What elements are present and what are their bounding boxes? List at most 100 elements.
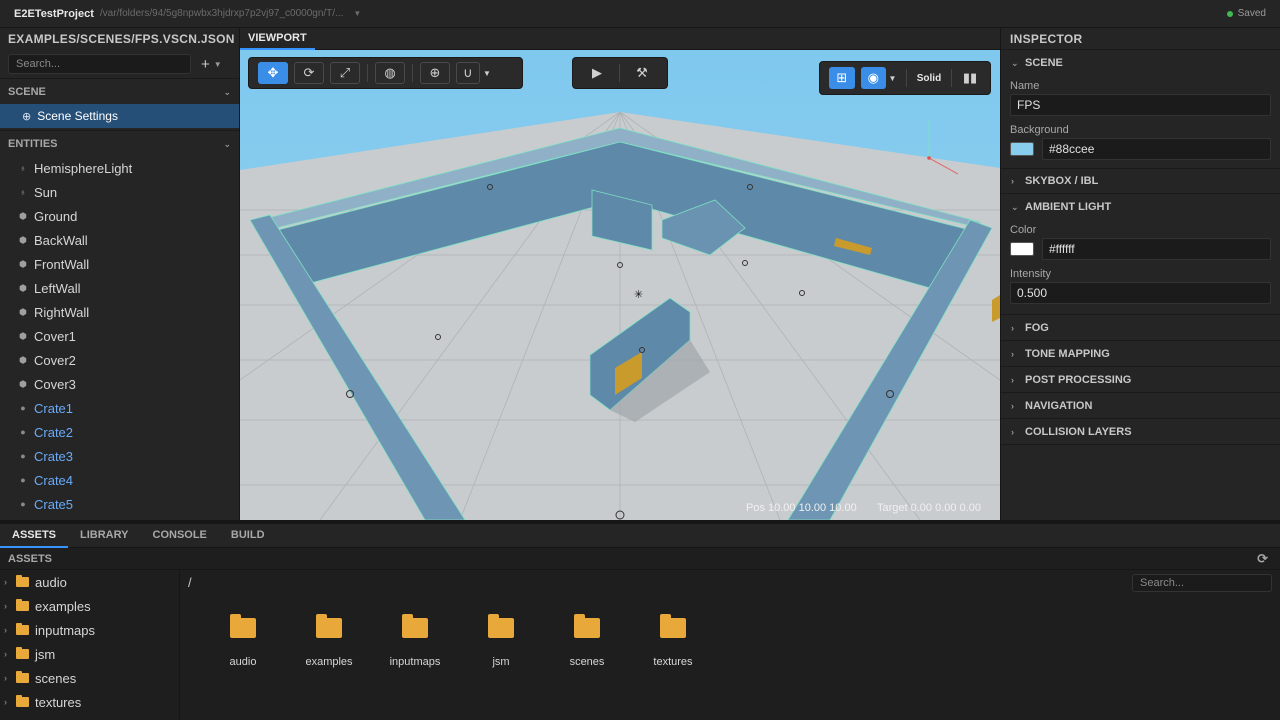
- entity-label: Sun: [34, 184, 58, 200]
- entity-item[interactable]: ⬢ Cover1: [0, 324, 239, 348]
- chevron-right-icon[interactable]: ›: [4, 601, 16, 611]
- entity-item[interactable]: ● Crate4: [0, 468, 239, 492]
- entity-item[interactable]: ⬢ FrontWall: [0, 252, 239, 276]
- entity-item[interactable]: ⬢ Cover2: [0, 348, 239, 372]
- entity-item[interactable]: ⬢ LeftWall: [0, 276, 239, 300]
- ambient-color-swatch[interactable]: [1010, 242, 1034, 256]
- chevron-right-icon[interactable]: ›: [4, 697, 16, 707]
- folder-tile[interactable]: jsm: [458, 614, 544, 668]
- play-button[interactable]: ▶: [582, 62, 612, 84]
- entity-item[interactable]: ● Crate3: [0, 444, 239, 468]
- entity-item[interactable]: ● Crate5: [0, 492, 239, 516]
- entity-item[interactable]: ● Crate1: [0, 396, 239, 420]
- inspector-section-header[interactable]: › POST PROCESSING: [1001, 367, 1280, 393]
- entity-item[interactable]: ♁ HemisphereLight: [0, 156, 239, 180]
- tab-console[interactable]: CONSOLE: [141, 524, 219, 548]
- entity-label: Crate5: [34, 496, 74, 512]
- inspector-section-header[interactable]: › FOG: [1001, 315, 1280, 341]
- folder-tile[interactable]: audio: [200, 614, 286, 668]
- collapsed-sections: › FOG › TONE MAPPING › POST PROCESSING › NAVIGA…: [1001, 314, 1280, 445]
- scene-section-header[interactable]: SCENE ⌄: [0, 78, 239, 104]
- folder-tree-item[interactable]: › textures: [0, 690, 179, 714]
- folder-tile-label: examples: [305, 656, 353, 668]
- chevron-right-icon[interactable]: ›: [4, 673, 16, 683]
- entity-item[interactable]: ⬢ Ground: [0, 204, 239, 228]
- entity-search-input[interactable]: Search...: [8, 54, 191, 74]
- assets-header: ASSETS ⟳: [0, 548, 1280, 570]
- scene-settings-item[interactable]: ⊕ Scene Settings: [0, 104, 239, 128]
- entities-section-label: ENTITIES: [8, 137, 58, 150]
- inspector-section-header[interactable]: › COLLISION LAYERS: [1001, 419, 1280, 445]
- folder-icon: [230, 614, 256, 638]
- folder-tile[interactable]: inputmaps: [372, 614, 458, 668]
- chevron-right-icon[interactable]: ›: [4, 625, 16, 635]
- chevron-down-icon[interactable]: ⌄: [223, 131, 231, 157]
- intensity-input[interactable]: 0.500: [1010, 282, 1271, 304]
- asset-search-input[interactable]: Search...: [1132, 574, 1272, 592]
- entity-item[interactable]: ● Crate2: [0, 420, 239, 444]
- chevron-down-icon[interactable]: ▼: [353, 9, 361, 18]
- name-input[interactable]: FPS: [1010, 94, 1271, 116]
- world-space-icon[interactable]: ◍: [375, 62, 405, 84]
- tab-viewport[interactable]: VIEWPORT: [240, 28, 315, 50]
- rotate-tool-button[interactable]: ⟳: [294, 62, 324, 84]
- scene-section-label: SCENE: [1025, 57, 1063, 69]
- chevron-right-icon[interactable]: ›: [4, 577, 16, 587]
- entity-item[interactable]: ⬢ BackWall: [0, 228, 239, 252]
- ambient-light-section-header[interactable]: ⌄ AMBIENT LIGHT: [1001, 194, 1280, 220]
- chevron-down-icon[interactable]: ▼: [214, 60, 222, 69]
- entity-item[interactable]: ⬢ RightWall: [0, 300, 239, 324]
- entity-label: RightWall: [34, 304, 90, 320]
- stats-chart-icon[interactable]: ▮▮: [959, 67, 981, 89]
- chevron-right-icon[interactable]: ›: [4, 649, 16, 659]
- chevron-down-icon[interactable]: ▼: [480, 62, 494, 84]
- skybox-section-header[interactable]: › SKYBOX / IBL: [1001, 168, 1280, 194]
- entity-item[interactable]: ♁ Sun: [0, 180, 239, 204]
- grid-toggle-icon[interactable]: ⊞: [829, 67, 855, 89]
- folder-tile[interactable]: textures: [630, 614, 716, 668]
- entity-item[interactable]: ⬢ Cover3: [0, 372, 239, 396]
- refresh-icon[interactable]: ⟳: [1257, 548, 1268, 570]
- background-color-input[interactable]: #88ccee: [1042, 138, 1271, 160]
- entities-section-header[interactable]: ENTITIES ⌄: [0, 130, 239, 156]
- inspector-section-header[interactable]: › NAVIGATION: [1001, 393, 1280, 419]
- folder-tree-item[interactable]: › jsm: [0, 642, 179, 666]
- sphere-icon: ●: [20, 403, 26, 413]
- project-path[interactable]: /var/folders/94/5g8npwbx3hjdrxp7p2vj97_c…: [100, 8, 344, 19]
- folder-tile[interactable]: scenes: [544, 614, 630, 668]
- scale-tool-button[interactable]: ⤢: [330, 62, 360, 84]
- chevron-down-icon[interactable]: ⌄: [223, 79, 231, 105]
- folder-tree-item[interactable]: › audio: [0, 570, 179, 594]
- tab-assets[interactable]: ASSETS: [0, 524, 69, 548]
- scene-section-header[interactable]: ⌄ SCENE: [1001, 50, 1280, 76]
- inspector-section-header[interactable]: › TONE MAPPING: [1001, 341, 1280, 367]
- tab-library[interactable]: LIBRARY: [68, 524, 140, 548]
- render-mode-button[interactable]: Solid: [911, 73, 947, 84]
- visibility-eye-icon[interactable]: ◉: [860, 67, 887, 89]
- folder-tree-item[interactable]: › examples: [0, 594, 179, 618]
- mesh-icon: ⬢: [19, 330, 27, 341]
- folder-tile[interactable]: examples: [286, 614, 372, 668]
- viewport-canvas[interactable]: ✳ ✥ ⟳ ⤢ ◍ ⊕ ∪ ▼ ▶ ⚒ ⊞ ◉ ▼ Solid ▮▮ Pos 1…: [240, 50, 1000, 520]
- move-tool-button[interactable]: ✥: [258, 62, 288, 84]
- folder-tile-label: textures: [653, 656, 693, 668]
- inspector-section-label: NAVIGATION: [1025, 399, 1093, 412]
- entity-label: HemisphereLight: [34, 160, 133, 176]
- pivot-icon[interactable]: ⊕: [420, 62, 450, 84]
- ambient-color-input[interactable]: #ffffff: [1042, 238, 1271, 260]
- folder-tree-item[interactable]: › scenes: [0, 666, 179, 690]
- transform-toolbar: ✥ ⟳ ⤢ ◍ ⊕ ∪ ▼: [248, 57, 523, 89]
- camera-position-readout: Pos 10.00 10.00 10.00: [746, 502, 857, 514]
- scene-render[interactable]: ✳: [240, 50, 1000, 520]
- add-entity-button[interactable]: +: [201, 56, 210, 73]
- toolbar-divider: [412, 64, 413, 82]
- play-toolbar: ▶ ⚒: [572, 57, 668, 89]
- folder-tree-item[interactable]: › inputmaps: [0, 618, 179, 642]
- background-color-swatch[interactable]: [1010, 142, 1034, 156]
- chevron-down-icon[interactable]: ▼: [886, 67, 899, 89]
- tab-build[interactable]: BUILD: [219, 524, 277, 548]
- build-hammer-icon[interactable]: ⚒: [627, 62, 657, 84]
- entity-label: FrontWall: [34, 256, 90, 272]
- folder-icon: [488, 614, 514, 638]
- snap-magnet-icon[interactable]: ∪: [456, 62, 480, 84]
